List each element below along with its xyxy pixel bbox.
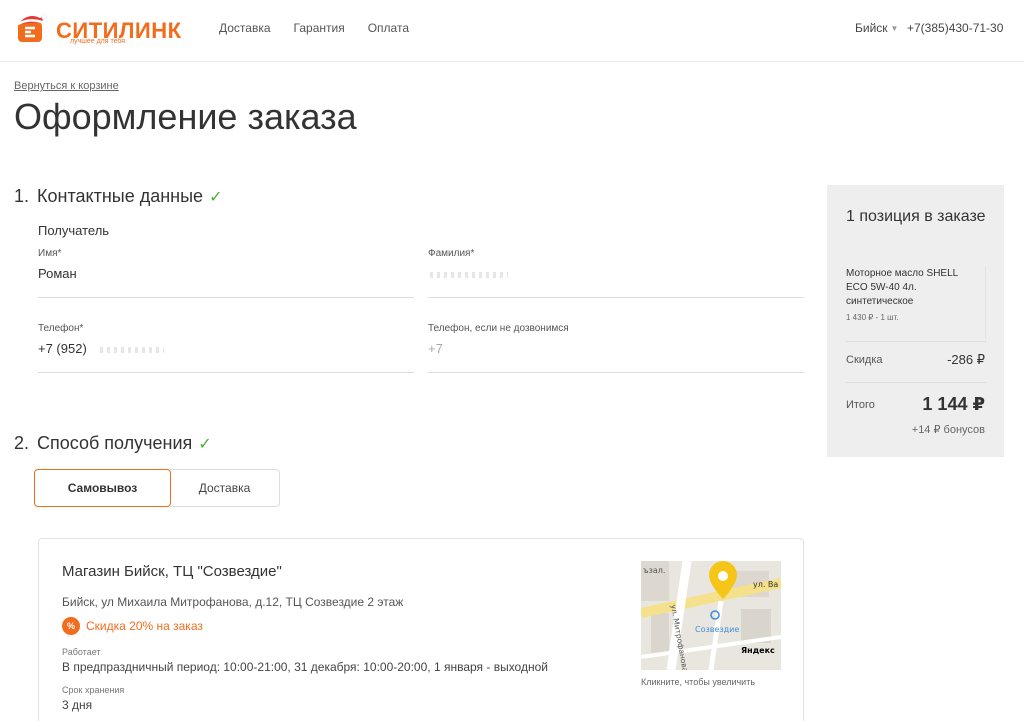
page-title: Оформление заказа — [14, 96, 357, 137]
redacted-value — [100, 347, 164, 353]
alt-phone-value: +7 — [428, 341, 443, 356]
map-street-label: ул. Ва — [753, 580, 778, 589]
summary-total-label: Итого — [846, 399, 875, 411]
nav-payment[interactable]: Оплата — [368, 21, 409, 35]
summary-discount-label: Скидка — [846, 354, 883, 366]
logo-tagline: лучшее для тебя — [70, 38, 126, 45]
summary-item[interactable]: Моторное масло SHELL ECO 5W-40 4л. синте… — [846, 267, 986, 339]
check-icon: ✓ — [198, 436, 212, 453]
nav-delivery[interactable]: Доставка — [219, 21, 271, 35]
redacted-value — [430, 272, 508, 278]
first-name-value: Роман — [38, 266, 77, 281]
city-selector[interactable]: Бийск ▼ — [855, 21, 898, 35]
store-discount: % Скидка 20% на заказ — [62, 617, 203, 635]
store-card[interactable]: Магазин Бийск, ТЦ "Созвездие" Бийск, ул … — [38, 538, 804, 721]
divider — [846, 341, 986, 342]
phone-label: Телефон* — [38, 323, 84, 334]
header-phone[interactable]: +7(385)430-71-30 — [907, 21, 1003, 35]
map-poi-label: Созвездие — [695, 625, 739, 634]
divider — [846, 382, 986, 383]
summary-item-name: Моторное масло SHELL ECO 5W-40 4л. синте… — [846, 268, 958, 307]
section-label: Контактные данные — [37, 186, 204, 206]
main-nav: Доставка Гарантия Оплата — [219, 21, 409, 35]
summary-bonus: +14 ₽ бонусов — [911, 424, 985, 436]
order-summary: 1 позиция в заказе Моторное масло SHELL … — [827, 185, 1004, 457]
nav-warranty[interactable]: Гарантия — [294, 21, 345, 35]
first-name-label: Имя* — [38, 248, 62, 259]
store-map[interactable]: ъзал. ул. Ва ул. Митрофанова Созвездие Я… — [641, 561, 781, 670]
map-image: ъзал. ул. Ва ул. Митрофанова Созвездие Я… — [641, 561, 781, 670]
alt-phone-field[interactable]: Телефон, если не дозвонимся +7 — [428, 323, 804, 373]
contacts-section-title: 1. Контактные данные ✓ — [14, 186, 222, 207]
logo[interactable]: СИТИЛИНК лучшее для тебя — [16, 8, 181, 48]
storage-label: Срок хранения — [62, 685, 125, 695]
section-number: 2. — [14, 433, 30, 453]
storage-value: 3 дня — [62, 698, 93, 712]
city-name: Бийск — [855, 21, 888, 35]
logo-icon — [17, 14, 47, 42]
hours-value: В предпраздничный период: 10:00-21:00, 3… — [62, 660, 548, 674]
delivery-section-title: 2. Способ получения ✓ — [14, 433, 212, 454]
map-label: ъзал. — [643, 566, 665, 575]
last-name-field[interactable]: Фамилия* — [428, 248, 804, 298]
check-icon: ✓ — [209, 189, 223, 206]
store-name: Магазин Бийск, ТЦ "Созвездие" — [62, 563, 282, 580]
chevron-down-icon: ▼ — [890, 24, 899, 33]
summary-discount-value: -286 ₽ — [947, 352, 985, 367]
section-number: 1. — [14, 186, 30, 206]
back-to-cart-link[interactable]: Вернуться к корзине — [14, 80, 119, 92]
hours-label: Работает — [62, 647, 101, 657]
summary-title: 1 позиция в заказе — [846, 208, 986, 225]
percent-icon: % — [62, 617, 80, 635]
site-header: СИТИЛИНК лучшее для тебя Доставка Гарант… — [0, 0, 1024, 62]
alt-phone-label: Телефон, если не дозвонимся — [428, 323, 569, 334]
map-brand-label: Яндекс — [741, 646, 775, 655]
summary-item-price: 1 430 ₽ - 1 шт. — [846, 313, 899, 322]
map-caption: Кликните, чтобы увеличить — [641, 677, 756, 687]
summary-total-value: 1 144 ₽ — [922, 394, 985, 414]
first-name-field[interactable]: Имя* Роман — [38, 248, 414, 298]
recipient-subhead: Получатель — [38, 223, 110, 238]
tab-pickup[interactable]: Самовывоз — [34, 469, 171, 507]
last-name-label: Фамилия* — [428, 248, 475, 259]
discount-text: Скидка 20% на заказ — [86, 619, 203, 633]
tab-delivery[interactable]: Доставка — [170, 469, 280, 507]
store-address: Бийск, ул Михаила Митрофанова, д.12, ТЦ … — [62, 595, 404, 609]
section-label: Способ получения — [37, 433, 193, 453]
phone-field[interactable]: Телефон* +7 (952) — [38, 323, 414, 373]
phone-value: +7 (952) — [38, 341, 87, 356]
